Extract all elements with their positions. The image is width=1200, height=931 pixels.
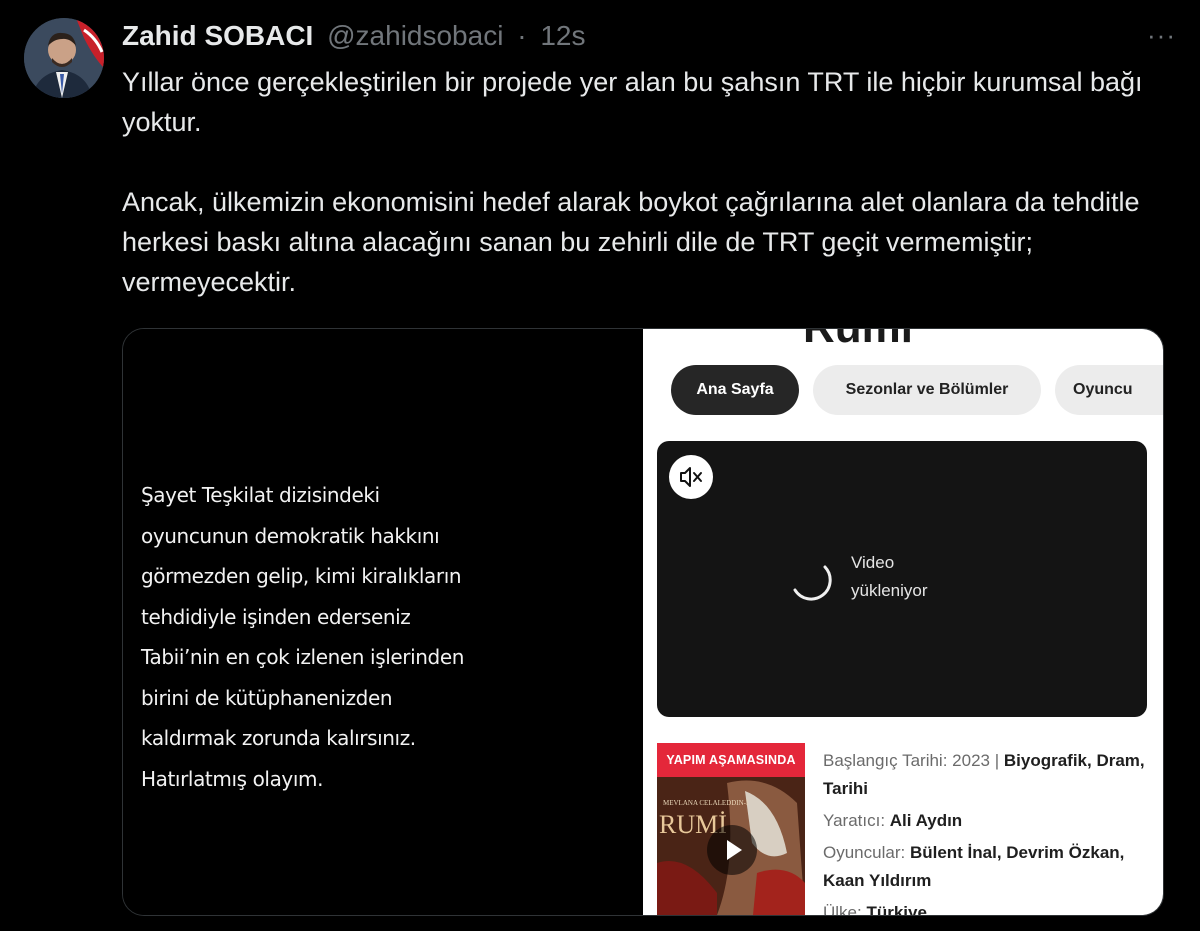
series-info: Başlangıç Tarihi: 2023 | Biyografik, Dra… bbox=[823, 747, 1153, 915]
avatar-photo bbox=[24, 18, 104, 98]
start-date-value: 2023 bbox=[952, 751, 990, 770]
quote-line: birini de kütüphanenizden bbox=[141, 685, 393, 710]
quote-line: kaldırmak zorunda kalırsınız. bbox=[141, 726, 416, 750]
quote-screenshot: Şayet Teşkilat dizisindeki oyuncunun dem… bbox=[123, 329, 643, 915]
play-icon bbox=[727, 840, 742, 860]
cast-label: Oyuncular: bbox=[823, 843, 906, 862]
start-date-label: Başlangıç Tarihi: bbox=[823, 751, 948, 770]
quote-line: Tabii’nin en çok izlenen işlerinden bbox=[141, 645, 465, 669]
play-button[interactable] bbox=[707, 825, 757, 875]
info-separator: | bbox=[994, 751, 1000, 770]
more-options-icon[interactable]: ··· bbox=[1147, 20, 1176, 51]
tab-seasons-episodes[interactable]: Sezonlar ve Bölümler bbox=[813, 365, 1041, 415]
country-label: Ülke: bbox=[823, 903, 862, 915]
quote-line: görmezden gelip, kimi kiralıkların bbox=[141, 564, 462, 588]
production-badge: YAPIM AŞAMASINDA bbox=[657, 743, 805, 777]
separator-dot: · bbox=[517, 20, 527, 51]
series-page-screenshot: Rumi Ana Sayfa Sezonlar ve Bölümler Oyun… bbox=[643, 329, 1163, 915]
tweet-media-image[interactable]: Şayet Teşkilat dizisindeki oyuncunun dem… bbox=[122, 328, 1164, 916]
tweet-timestamp[interactable]: 12s bbox=[540, 20, 585, 51]
mute-button[interactable] bbox=[669, 455, 713, 499]
country-name: Türkiye bbox=[866, 903, 927, 915]
avatar[interactable] bbox=[24, 18, 104, 98]
loading-spinner-icon bbox=[793, 565, 832, 601]
video-player[interactable]: Video yükleniyor bbox=[657, 441, 1147, 717]
author-handle[interactable]: @zahidsobaci bbox=[327, 20, 503, 51]
quote-line: tehdidiyle işinden ederseniz bbox=[141, 604, 411, 629]
video-label-line2: yükleniyor bbox=[851, 581, 928, 600]
info-start-row: Başlangıç Tarihi: 2023 | Biyografik, Dra… bbox=[823, 747, 1153, 803]
quote-line: Hatırlatmış olayım. bbox=[141, 766, 324, 791]
creator-label: Yaratıcı: bbox=[823, 811, 886, 830]
tweet-paragraph-1: Yıllar önce gerçekleştirilen bir projede… bbox=[122, 67, 1143, 137]
series-poster[interactable]: MEVLANA CELALEDDIN-İ RUMİ YAPIM AŞAMASIN… bbox=[657, 743, 805, 915]
info-country-row: Ülke: Türkiye bbox=[823, 899, 1153, 915]
tab-home[interactable]: Ana Sayfa bbox=[671, 365, 799, 415]
video-loading-label: Video yükleniyor bbox=[851, 549, 928, 605]
speaker-muted-icon bbox=[680, 467, 702, 487]
info-creator-row: Yaratıcı: Ali Aydın bbox=[823, 807, 1153, 835]
creator-name: Ali Aydın bbox=[889, 811, 963, 830]
info-cast-row: Oyuncular: Bülent İnal, Devrim Özkan, Ka… bbox=[823, 839, 1153, 895]
tweet-paragraph-2: Ancak, ülkemizin ekonomisini hedef alara… bbox=[122, 187, 1140, 297]
poster-subtitle: MEVLANA CELALEDDIN-İ bbox=[663, 799, 749, 807]
video-label-line1: Video bbox=[851, 553, 895, 572]
quote-text: Şayet Teşkilat dizisindeki oyuncunun dem… bbox=[141, 475, 521, 799]
tweet-header: Zahid SOBACI @zahidsobaci · 12s bbox=[122, 20, 585, 52]
quote-line: oyuncunun demokratik hakkını bbox=[141, 523, 440, 548]
tweet-text: Yıllar önce gerçekleştirilen bir projede… bbox=[122, 62, 1172, 302]
quote-line: Şayet Teşkilat dizisindeki bbox=[141, 483, 380, 507]
series-title-cut: Rumi bbox=[803, 329, 913, 353]
author-name[interactable]: Zahid SOBACI bbox=[122, 20, 313, 51]
tab-cast[interactable]: Oyuncu bbox=[1055, 365, 1163, 415]
